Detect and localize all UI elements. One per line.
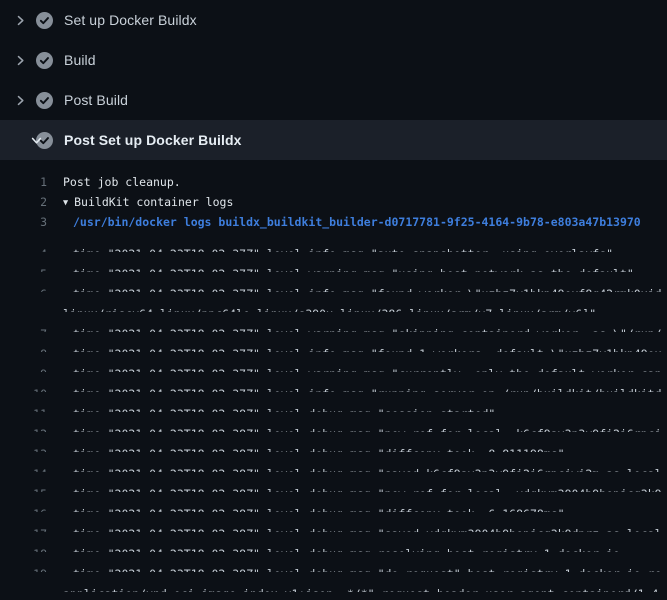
line-number[interactable]: 8 xyxy=(0,344,47,352)
check-circle-icon xyxy=(36,92,53,109)
log-line: 8time="2021-04-23T18:02:37Z" level=info … xyxy=(0,332,667,352)
log-text: time="2021-04-23T18:02:38Z" level=debug … xyxy=(47,544,620,552)
line-number[interactable]: 18 xyxy=(0,544,47,552)
line-number[interactable]: 5 xyxy=(0,264,47,272)
line-number[interactable]: 19 xyxy=(0,564,47,572)
chevron-right-icon[interactable] xyxy=(12,92,28,108)
step-row-post-set-up-docker-buildx[interactable]: Post Set up Docker Buildx xyxy=(0,120,667,160)
line-number xyxy=(0,304,47,312)
log-text: time="2021-04-23T18:02:38Z" level=debug … xyxy=(47,464,662,472)
log-text: linux/riscv64 linux/ppc64le linux/s390x … xyxy=(47,304,596,312)
chevron-down-icon[interactable] xyxy=(12,132,28,148)
step-row-post-build[interactable]: Post Build xyxy=(0,80,667,120)
log-text: time="2021-04-23T18:02:38Z" level=debug … xyxy=(47,424,662,432)
log-text: time="2021-04-23T18:02:37Z" level=info m… xyxy=(47,384,662,392)
log-line: 18time="2021-04-23T18:02:38Z" level=debu… xyxy=(0,532,667,552)
line-number[interactable]: 7 xyxy=(0,324,47,332)
step-row-set-up-docker-buildx[interactable]: Set up Docker Buildx xyxy=(0,0,667,40)
check-circle-icon xyxy=(36,52,53,69)
line-number[interactable]: 16 xyxy=(0,504,47,512)
chevron-right-icon[interactable] xyxy=(12,52,28,68)
step-row-build[interactable]: Build xyxy=(0,40,667,80)
step-label: Set up Docker Buildx xyxy=(64,12,197,28)
log-text: time="2021-04-23T18:02:38Z" level=debug … xyxy=(47,404,495,412)
log-line: 3/usr/bin/docker logs buildx_buildkit_bu… xyxy=(0,212,667,232)
log-command-text: /usr/bin/docker logs buildx_buildkit_bui… xyxy=(47,212,641,232)
line-number xyxy=(0,584,47,592)
log-line: 19time="2021-04-23T18:02:38Z" level=debu… xyxy=(0,552,667,572)
line-number[interactable]: 15 xyxy=(0,484,47,492)
log-line: 7time="2021-04-23T18:02:37Z" level=warni… xyxy=(0,312,667,332)
log-line: 4time="2021-04-23T18:02:37Z" level=info … xyxy=(0,232,667,252)
log-text: time="2021-04-23T18:02:38Z" level=debug … xyxy=(47,504,565,512)
log-line: 1Post job cleanup. xyxy=(0,172,667,192)
log-text: Post job cleanup. xyxy=(47,172,181,192)
steps-list: Set up Docker Buildx Build Post Build Po… xyxy=(0,0,667,160)
line-number[interactable]: 17 xyxy=(0,524,47,532)
log-text: time="2021-04-23T18:02:37Z" level=warnin… xyxy=(47,324,662,332)
log-line: 10time="2021-04-23T18:02:37Z" level=info… xyxy=(0,372,667,392)
log-line: 11time="2021-04-23T18:02:38Z" level=debu… xyxy=(0,392,667,412)
log-line: 2 ▼ BuildKit container logs xyxy=(0,192,667,212)
line-number[interactable]: 3 xyxy=(0,212,47,232)
log-text: time="2021-04-23T18:02:38Z" level=debug … xyxy=(47,484,662,492)
log-text: time="2021-04-23T18:02:37Z" level=info m… xyxy=(47,244,613,252)
line-number[interactable]: 13 xyxy=(0,444,47,452)
line-number[interactable]: 2 xyxy=(0,192,47,212)
log-text: time="2021-04-23T18:02:37Z" level=warnin… xyxy=(47,364,662,372)
log-line-continuation: application/vnd.oci.image.index.v1+json,… xyxy=(0,572,667,592)
log-text: application/vnd.oci.image.index.v1+json,… xyxy=(47,584,665,592)
step-label: Post Build xyxy=(64,92,128,108)
actions-log-viewer: Set up Docker Buildx Build Post Build Po… xyxy=(0,0,667,600)
line-number[interactable]: 12 xyxy=(0,424,47,432)
line-number[interactable]: 6 xyxy=(0,284,47,292)
log-line-continuation: linux/riscv64 linux/ppc64le linux/s390x … xyxy=(0,292,667,312)
line-number[interactable]: 4 xyxy=(0,244,47,252)
log-line: 9time="2021-04-23T18:02:37Z" level=warni… xyxy=(0,352,667,372)
log-line: 12time="2021-04-23T18:02:38Z" level=debu… xyxy=(0,412,667,432)
log-text: time="2021-04-23T18:02:38Z" level=debug … xyxy=(47,524,662,532)
line-number[interactable]: 9 xyxy=(0,364,47,372)
log-text: time="2021-04-23T18:02:37Z" level=info m… xyxy=(47,284,662,292)
log-line: 14time="2021-04-23T18:02:38Z" level=debu… xyxy=(0,452,667,472)
log-text: time="2021-04-23T18:02:38Z" level=debug … xyxy=(47,564,662,572)
line-number[interactable]: 10 xyxy=(0,384,47,392)
group-title-text: BuildKit container logs xyxy=(74,195,233,209)
log-group-title[interactable]: ▼ BuildKit container logs xyxy=(47,192,233,212)
log-line: 17time="2021-04-23T18:02:38Z" level=debu… xyxy=(0,512,667,532)
log-text: time="2021-04-23T18:02:37Z" level=warnin… xyxy=(47,264,634,272)
line-number[interactable]: 1 xyxy=(0,172,47,192)
log-line: 6time="2021-04-23T18:02:37Z" level=info … xyxy=(0,272,667,292)
log-area: 1Post job cleanup.2 ▼ BuildKit container l… xyxy=(0,160,667,600)
log-line: 5time="2021-04-23T18:02:37Z" level=warni… xyxy=(0,252,667,272)
log-text: time="2021-04-23T18:02:37Z" level=info m… xyxy=(47,344,662,352)
log-line: 20time="2021-04-23T18:02:38Z" level=debu… xyxy=(0,592,667,600)
line-number[interactable]: 14 xyxy=(0,464,47,472)
line-number[interactable]: 11 xyxy=(0,404,47,412)
log-line: 16time="2021-04-23T18:02:38Z" level=debu… xyxy=(0,492,667,512)
step-label: Build xyxy=(64,52,96,68)
chevron-right-icon[interactable] xyxy=(12,12,28,28)
log-text: time="2021-04-23T18:02:38Z" level=debug … xyxy=(47,444,565,452)
step-label: Post Set up Docker Buildx xyxy=(64,132,242,148)
log-line: 15time="2021-04-23T18:02:38Z" level=debu… xyxy=(0,472,667,492)
check-circle-icon xyxy=(36,12,53,29)
log-line: 13time="2021-04-23T18:02:38Z" level=debu… xyxy=(0,432,667,452)
group-expanded-triangle-icon[interactable]: ▼ xyxy=(63,193,68,212)
